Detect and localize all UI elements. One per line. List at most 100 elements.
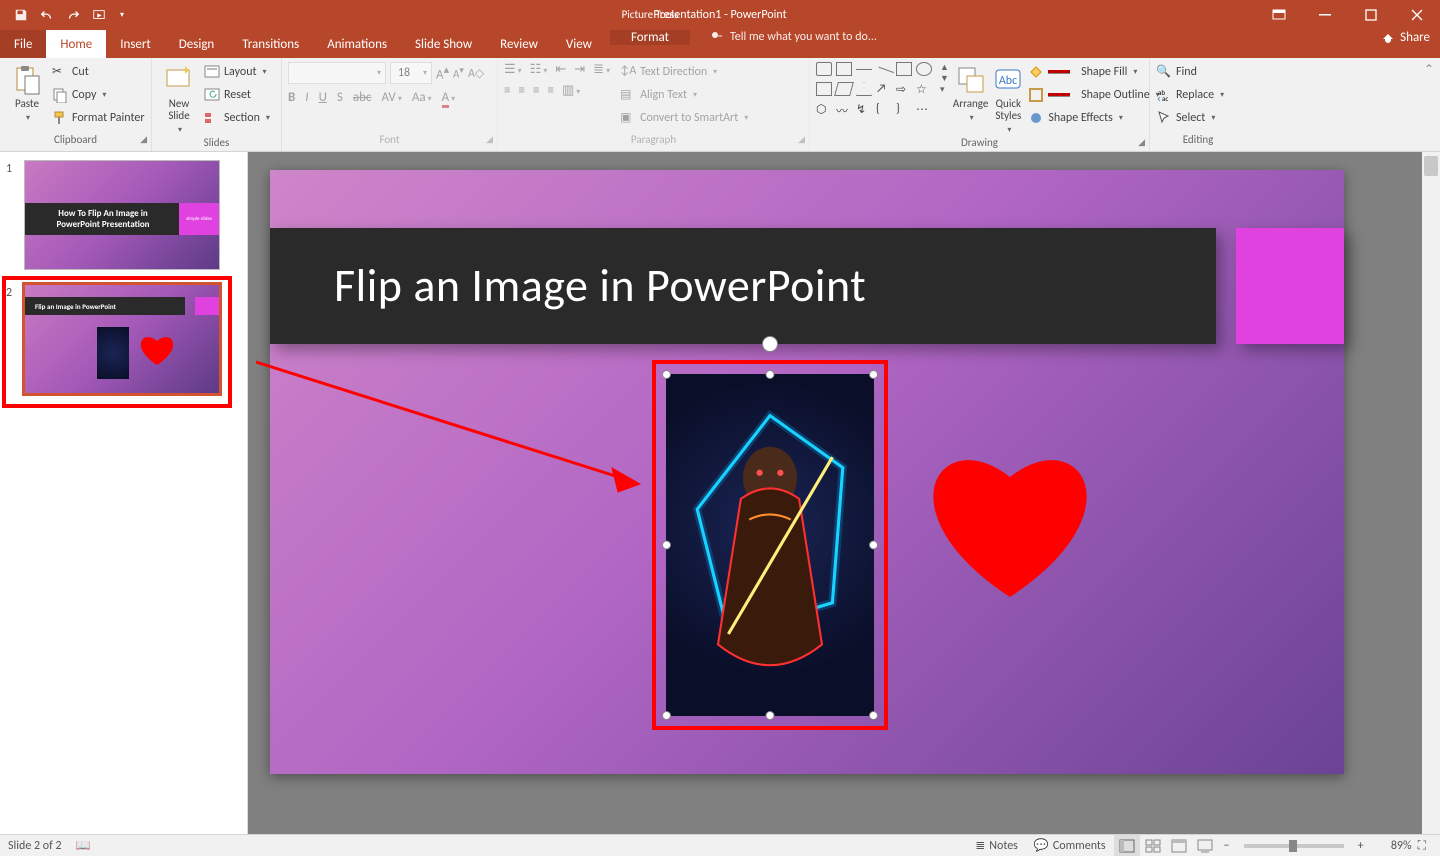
shapes-scroll-up[interactable]: ▲ [940, 62, 949, 73]
resize-handle[interactable] [869, 370, 878, 379]
convert-smartart-button[interactable]: ▣Convert to SmartArt▾ [620, 108, 748, 128]
thumbnail-slide-2[interactable]: 2 Flip an Image in PowerPoint [6, 284, 237, 394]
bullets-button[interactable]: ☰▾ [504, 62, 522, 77]
decrease-indent-button[interactable]: ⇤ [555, 62, 566, 77]
slide-sorter-view-button[interactable] [1140, 835, 1166, 856]
minimize-button[interactable] [1302, 0, 1348, 30]
thumbnail-slide-1[interactable]: 1 How To Flip An Image in PowerPoint Pre… [6, 160, 237, 270]
selected-picture[interactable] [658, 366, 882, 724]
rotate-handle[interactable] [762, 336, 778, 352]
tell-me-search[interactable]: Tell me what you want to do... [710, 30, 877, 44]
spellcheck-icon[interactable]: 📖 [76, 838, 91, 853]
clear-formatting-icon[interactable]: A◇ [468, 66, 484, 81]
shadow-button[interactable]: S [337, 90, 343, 105]
fit-to-window-button[interactable]: ⛶ [1412, 839, 1432, 853]
char-spacing-button[interactable]: AV▾ [381, 90, 401, 105]
undo-icon[interactable] [40, 8, 54, 22]
slide-editor[interactable]: Flip an Image in PowerPoint [248, 152, 1440, 834]
vertical-scrollbar[interactable] [1422, 152, 1440, 834]
columns-button[interactable]: ▥▾ [562, 83, 580, 98]
italic-button[interactable]: I [305, 90, 308, 105]
shape-outline-button[interactable]: Shape Outline▾ [1028, 85, 1159, 105]
numbering-button[interactable]: ☷▾ [530, 62, 548, 77]
tab-format[interactable]: Format [610, 30, 690, 45]
quick-styles-button[interactable]: Abc Quick Styles▾ [992, 62, 1024, 136]
ribbon-display-options-icon[interactable] [1256, 0, 1302, 30]
font-name-combo[interactable]: ▾ [288, 62, 386, 84]
zoom-level[interactable]: 89% [1370, 839, 1412, 853]
maximize-button[interactable] [1348, 0, 1394, 30]
tab-animations[interactable]: Animations [313, 30, 401, 58]
align-text-button[interactable]: ▤Align Text▾ [620, 85, 748, 105]
collapse-ribbon-icon[interactable]: ⌃ [1424, 62, 1434, 77]
decrease-font-icon[interactable]: A▾ [453, 65, 464, 81]
replace-button[interactable]: abacReplace▾ [1156, 85, 1224, 105]
resize-handle[interactable] [869, 541, 878, 550]
format-painter-button[interactable]: Format Painter [52, 108, 145, 128]
justify-button[interactable]: ≡ [547, 83, 553, 98]
shapes-scroll-down[interactable]: ▼ [940, 73, 949, 84]
resize-handle[interactable] [662, 370, 671, 379]
increase-indent-button[interactable]: ⇥ [574, 62, 585, 77]
shape-fill-button[interactable]: Shape Fill▾ [1028, 62, 1159, 82]
section-button[interactable]: Section▾ [204, 108, 270, 128]
change-case-button[interactable]: Aa▾ [412, 90, 432, 105]
underline-button[interactable]: U [319, 90, 327, 105]
font-size-input[interactable] [391, 66, 417, 80]
cut-button[interactable]: ✂Cut [52, 62, 145, 82]
tab-insert[interactable]: Insert [106, 30, 165, 58]
tab-view[interactable]: View [552, 30, 606, 58]
tab-transitions[interactable]: Transitions [228, 30, 313, 58]
zoom-in-button[interactable]: + [1352, 839, 1370, 853]
qat-more-icon[interactable]: ▾ [120, 10, 124, 20]
align-center-button[interactable]: ≡ [518, 83, 524, 98]
reading-view-button[interactable] [1166, 835, 1192, 856]
save-icon[interactable] [14, 8, 28, 22]
arrange-button[interactable]: Arrange▾ [953, 62, 988, 124]
increase-font-icon[interactable]: A▴ [436, 63, 449, 82]
zoom-slider[interactable] [1244, 844, 1344, 848]
notes-button[interactable]: ≣ Notes [967, 835, 1026, 856]
slide-accent-block[interactable] [1236, 228, 1344, 344]
resize-handle[interactable] [662, 711, 671, 720]
slideshow-view-button[interactable] [1192, 835, 1218, 856]
paragraph-dialog-launcher[interactable]: ◢ [798, 134, 805, 145]
line-spacing-button[interactable]: ≣▾ [593, 62, 610, 77]
start-from-beginning-icon[interactable] [92, 8, 106, 22]
resize-handle[interactable] [662, 541, 671, 550]
tab-design[interactable]: Design [165, 30, 228, 58]
find-button[interactable]: 🔍Find [1156, 62, 1224, 82]
font-size-combo[interactable]: ▾ [390, 62, 432, 84]
shape-effects-button[interactable]: Shape Effects▾ [1028, 108, 1159, 128]
normal-view-button[interactable] [1114, 835, 1140, 856]
font-name-input[interactable] [289, 66, 371, 80]
font-color-button[interactable]: A▾ [442, 90, 456, 105]
reset-button[interactable]: Reset [204, 85, 270, 105]
tab-file[interactable]: File [0, 30, 46, 58]
new-slide-button[interactable]: New Slide▾ [158, 62, 200, 136]
heart-shape[interactable] [910, 432, 1110, 602]
text-direction-button[interactable]: ↕AText Direction▾ [620, 62, 748, 82]
bold-button[interactable]: B [288, 90, 295, 105]
zoom-out-button[interactable]: − [1218, 839, 1236, 853]
font-dialog-launcher[interactable]: ◢ [486, 134, 493, 145]
tab-review[interactable]: Review [486, 30, 552, 58]
tab-home[interactable]: Home [46, 30, 106, 58]
resize-handle[interactable] [766, 711, 775, 720]
resize-handle[interactable] [869, 711, 878, 720]
select-button[interactable]: Select▾ [1156, 108, 1224, 128]
align-left-button[interactable]: ≡ [504, 83, 510, 98]
drawing-dialog-launcher[interactable]: ◢ [1138, 137, 1145, 148]
copy-button[interactable]: Copy▾ [52, 85, 145, 105]
clipboard-dialog-launcher[interactable]: ◢ [140, 134, 147, 145]
paste-button[interactable]: Paste▾ [6, 62, 48, 124]
redo-icon[interactable] [66, 8, 80, 22]
align-right-button[interactable]: ≡ [533, 83, 539, 98]
resize-handle[interactable] [766, 370, 775, 379]
layout-button[interactable]: Layout▾ [204, 62, 270, 82]
close-button[interactable] [1394, 0, 1440, 30]
slide-canvas[interactable]: Flip an Image in PowerPoint [270, 170, 1344, 774]
slide-title-band[interactable]: Flip an Image in PowerPoint [270, 228, 1216, 344]
share-button[interactable]: Share [1380, 30, 1430, 45]
slide-thumbnail-pane[interactable]: 1 How To Flip An Image in PowerPoint Pre… [0, 152, 248, 834]
